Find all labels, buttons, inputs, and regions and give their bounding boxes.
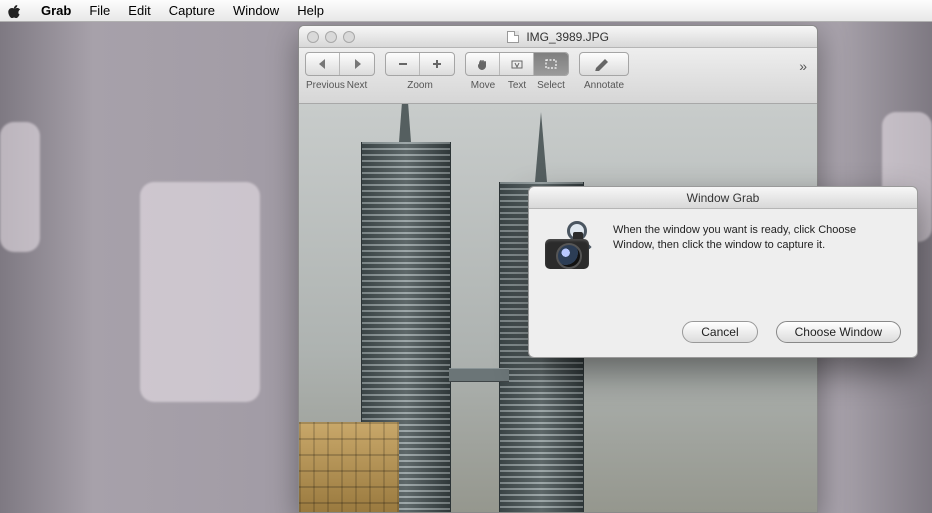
menubar-item-file[interactable]: File <box>80 3 119 18</box>
choose-window-button[interactable]: Choose Window <box>776 321 901 343</box>
move-tool-button[interactable] <box>466 53 500 75</box>
apple-menu-icon[interactable] <box>8 4 22 18</box>
image-spire <box>535 112 547 182</box>
dialog-titlebar[interactable]: Window Grab <box>529 187 917 209</box>
menubar-item-capture[interactable]: Capture <box>160 3 224 18</box>
annotate-label: Annotate <box>580 80 628 91</box>
desktop-blur <box>140 182 260 402</box>
desktop-blur <box>0 122 40 252</box>
zoom-out-button[interactable] <box>386 53 420 75</box>
nav-group: Previous Next <box>305 52 375 91</box>
proxy-file-icon[interactable] <box>507 31 519 43</box>
previous-label: Previous <box>306 80 340 91</box>
toolbar-overflow-icon[interactable]: » <box>799 58 811 74</box>
annotate-group: Annotate <box>579 52 629 91</box>
next-label: Next <box>340 80 374 91</box>
minimize-button[interactable] <box>325 31 337 43</box>
menubar-item-help[interactable]: Help <box>288 3 333 18</box>
window-grab-dialog: Window Grab When the window you want is … <box>528 186 918 358</box>
zoom-button[interactable] <box>343 31 355 43</box>
preview-titlebar[interactable]: IMG_3989.JPG <box>299 26 817 48</box>
preview-title: IMG_3989.JPG <box>299 30 817 44</box>
previous-button[interactable] <box>306 53 340 75</box>
zoom-label: Zoom <box>386 80 454 91</box>
select-label: Select <box>534 80 568 91</box>
dialog-message: When the window you want is ready, click… <box>613 223 899 279</box>
text-tool-button[interactable] <box>500 53 534 75</box>
image-building <box>299 422 399 512</box>
preview-toolbar: Previous Next Zoom <box>299 48 817 104</box>
choose-window-button-label: Choose Window <box>795 325 882 339</box>
cancel-button-label: Cancel <box>701 325 738 339</box>
move-label: Move <box>466 80 500 91</box>
menubar: Grab File Edit Capture Window Help <box>0 0 932 22</box>
cancel-button[interactable]: Cancel <box>682 321 757 343</box>
close-button[interactable] <box>307 31 319 43</box>
menubar-app[interactable]: Grab <box>32 3 80 18</box>
preview-title-text: IMG_3989.JPG <box>526 30 609 44</box>
menubar-item-edit[interactable]: Edit <box>119 3 159 18</box>
dialog-title: Window Grab <box>529 191 917 205</box>
zoom-group: Zoom <box>385 52 455 91</box>
grab-capture-icon <box>543 223 599 279</box>
select-tool-button[interactable] <box>534 53 568 75</box>
zoom-in-button[interactable] <box>420 53 454 75</box>
image-bridge <box>449 368 509 382</box>
text-label: Text <box>500 80 534 91</box>
image-spire <box>399 104 411 142</box>
mode-group: Move Text Select <box>465 52 569 91</box>
annotate-button[interactable] <box>580 53 628 75</box>
menubar-item-window[interactable]: Window <box>224 3 288 18</box>
next-button[interactable] <box>340 53 374 75</box>
